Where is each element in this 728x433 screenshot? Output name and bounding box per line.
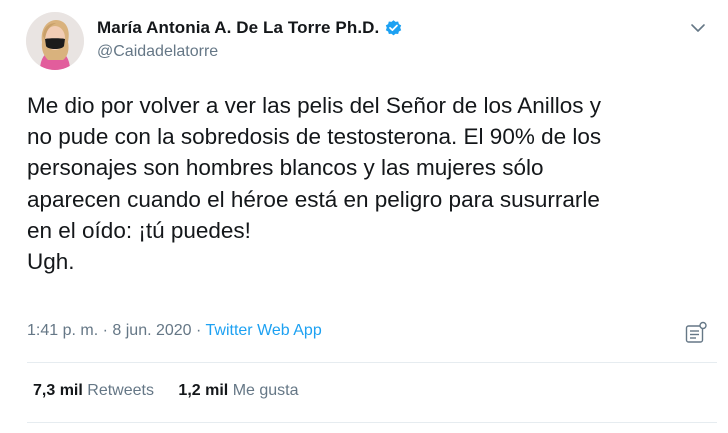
divider bbox=[27, 362, 717, 363]
analytics-icon[interactable] bbox=[683, 320, 709, 346]
verified-badge-icon bbox=[384, 19, 403, 38]
likes-count: 1,2 mil bbox=[178, 382, 229, 399]
meta-separator: · bbox=[102, 322, 108, 339]
tweet-meta: 1:41 p. m. · 8 jun. 2020 · Twitter Web A… bbox=[27, 322, 322, 340]
tweet-text-line: personajes son hombres blancos y las muj… bbox=[27, 155, 544, 181]
likes-label: Me gusta bbox=[232, 382, 299, 399]
tweet-stats: 7,3 mil Retweets 1,2 mil Me gusta bbox=[33, 382, 299, 400]
tweet-text-line: Ugh. bbox=[27, 249, 75, 275]
tweet-card: María Antonia A. De La Torre Ph.D. @Caid… bbox=[0, 0, 728, 433]
avatar[interactable] bbox=[26, 12, 84, 70]
retweets-label: Retweets bbox=[87, 382, 154, 399]
likes-stat[interactable]: 1,2 mil Me gusta bbox=[178, 382, 298, 400]
meta-separator: · bbox=[196, 322, 202, 339]
tweet-text-line: aparecen cuando el héroe está en peligro… bbox=[27, 186, 600, 212]
retweets-stat[interactable]: 7,3 mil Retweets bbox=[33, 382, 154, 400]
tweet-time[interactable]: 1:41 p. m. bbox=[27, 322, 98, 339]
tweet-date[interactable]: 8 jun. 2020 bbox=[112, 322, 191, 339]
tweet-text-line: en el oído: ¡tú puedes! bbox=[27, 217, 251, 243]
chevron-down-icon[interactable] bbox=[688, 18, 708, 38]
tweet-text-line: no pude con la sobredosis de testosteron… bbox=[27, 124, 602, 150]
author-handle[interactable]: @Caidadelatorre bbox=[97, 43, 218, 61]
tweet-text: Me dio por volver a ver las pelis del Se… bbox=[27, 90, 717, 277]
divider bbox=[27, 422, 717, 423]
avatar-image bbox=[26, 12, 84, 70]
tweet-source-link[interactable]: Twitter Web App bbox=[206, 322, 322, 339]
tweet-text-line: Me dio por volver a ver las pelis del Se… bbox=[27, 93, 602, 118]
author-name-row: María Antonia A. De La Torre Ph.D. bbox=[97, 18, 403, 38]
author-display-name[interactable]: María Antonia A. De La Torre Ph.D. bbox=[97, 18, 379, 38]
retweets-count: 7,3 mil bbox=[33, 382, 83, 399]
